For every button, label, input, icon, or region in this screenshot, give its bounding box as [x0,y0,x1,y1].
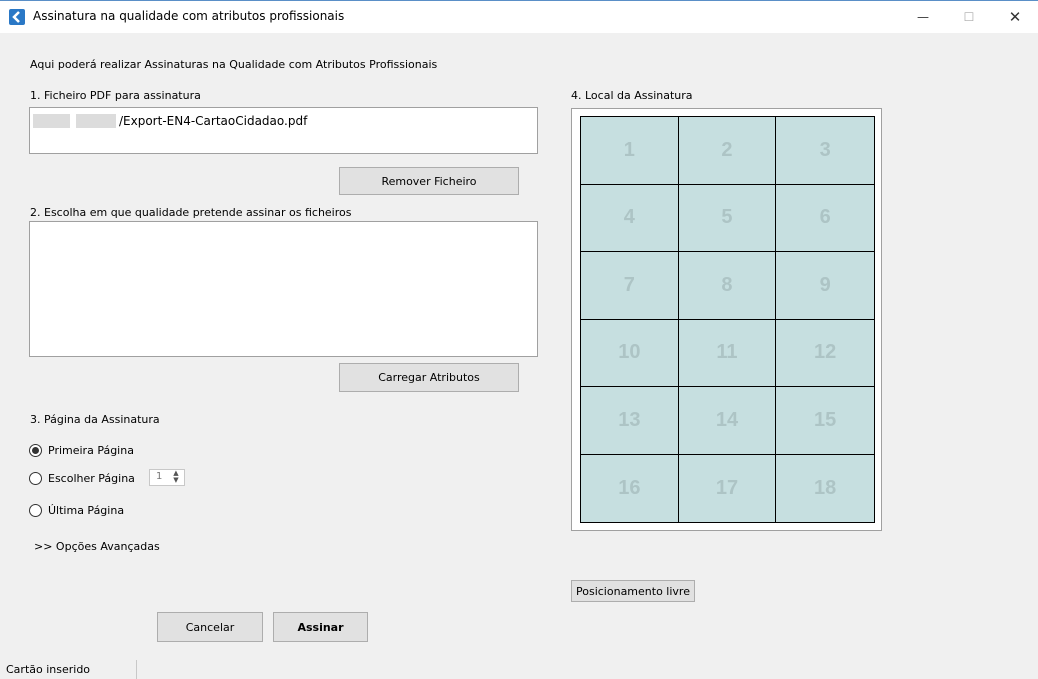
signature-position-cell[interactable]: 2 [678,117,777,185]
spinner-arrows-icon[interactable]: ▲ ▼ [169,470,183,485]
page-number-spinner[interactable]: 1 ▲ ▼ [149,469,185,486]
signature-position-cell[interactable]: 8 [678,252,777,320]
section1-label: 1. Ficheiro PDF para assinatura [30,89,201,102]
app-icon [9,9,25,25]
remove-file-button[interactable]: Remover Ficheiro [339,167,519,195]
status-separator [136,660,137,679]
intro-text: Aqui poderá realizar Assinaturas na Qual… [30,58,438,71]
free-position-button[interactable]: Posicionamento livre [571,580,695,602]
status-bar: Cartão inserido [0,658,1038,679]
minimize-icon: — [917,10,929,24]
advanced-options-link[interactable]: >> Opções Avançadas [34,540,160,553]
title-bar: Assinatura na qualidade com atributos pr… [0,0,1038,33]
section3-label: 3. Página da Assinatura [30,413,160,426]
section4-label: 4. Local da Assinatura [571,89,693,102]
signature-position-cell[interactable]: 6 [776,185,874,252]
signature-position-cell[interactable]: 1 [581,117,679,185]
signature-position-cell[interactable]: 3 [776,117,874,185]
signature-position-cell[interactable]: 4 [581,184,679,252]
page-number-value: 1 [156,471,163,482]
signature-position-cell[interactable]: 7 [581,252,679,320]
file-list[interactable]: /Export-EN4-CartaoCidadao.pdf [29,107,538,154]
signature-position-cell[interactable]: 10 [581,319,679,387]
close-icon: ✕ [1008,8,1022,26]
radio-last-page[interactable] [29,504,42,517]
maximize-icon: ☐ [963,10,975,24]
signature-position-cell[interactable]: 13 [581,387,679,455]
section2-label: 2. Escolha em que qualidade pretende ass… [30,206,352,219]
signature-position-cell[interactable]: 15 [776,387,874,455]
signature-position-cell[interactable]: 11 [678,319,777,387]
radio-first-page[interactable] [29,444,42,457]
signature-position-cell[interactable]: 14 [678,387,777,455]
blurred-path-segment [33,114,70,128]
radio-last-page-label[interactable]: Última Página [48,504,124,517]
close-button[interactable]: ✕ [992,1,1038,33]
load-attributes-button[interactable]: Carregar Atributos [339,363,519,392]
sign-button[interactable]: Assinar [273,612,368,642]
signature-position-cell[interactable]: 9 [776,252,874,320]
status-text: Cartão inserido [6,663,91,676]
file-path: /Export-EN4-CartaoCidadao.pdf [119,114,308,128]
signature-position-cell[interactable]: 5 [678,184,777,252]
minimize-button[interactable]: — [900,1,946,33]
cancel-button[interactable]: Cancelar [157,612,263,642]
signature-position-cell[interactable]: 12 [776,320,874,387]
signature-location-grid: 1 2 3 4 5 6 7 8 9 10 11 12 13 14 15 16 17 18 [580,116,875,523]
radio-choose-page-label[interactable]: Escolher Página [48,472,135,485]
attributes-list[interactable] [29,221,538,357]
radio-first-page-label[interactable]: Primeira Página [48,444,134,457]
signature-position-cell[interactable]: 16 [581,454,679,522]
blurred-path-segment [76,114,116,128]
signature-position-cell[interactable]: 17 [679,454,777,522]
window-title: Assinatura na qualidade com atributos pr… [33,9,345,23]
signature-position-cell[interactable]: 18 [776,455,874,523]
maximize-button[interactable]: ☐ [946,1,992,33]
radio-choose-page[interactable] [29,472,42,485]
